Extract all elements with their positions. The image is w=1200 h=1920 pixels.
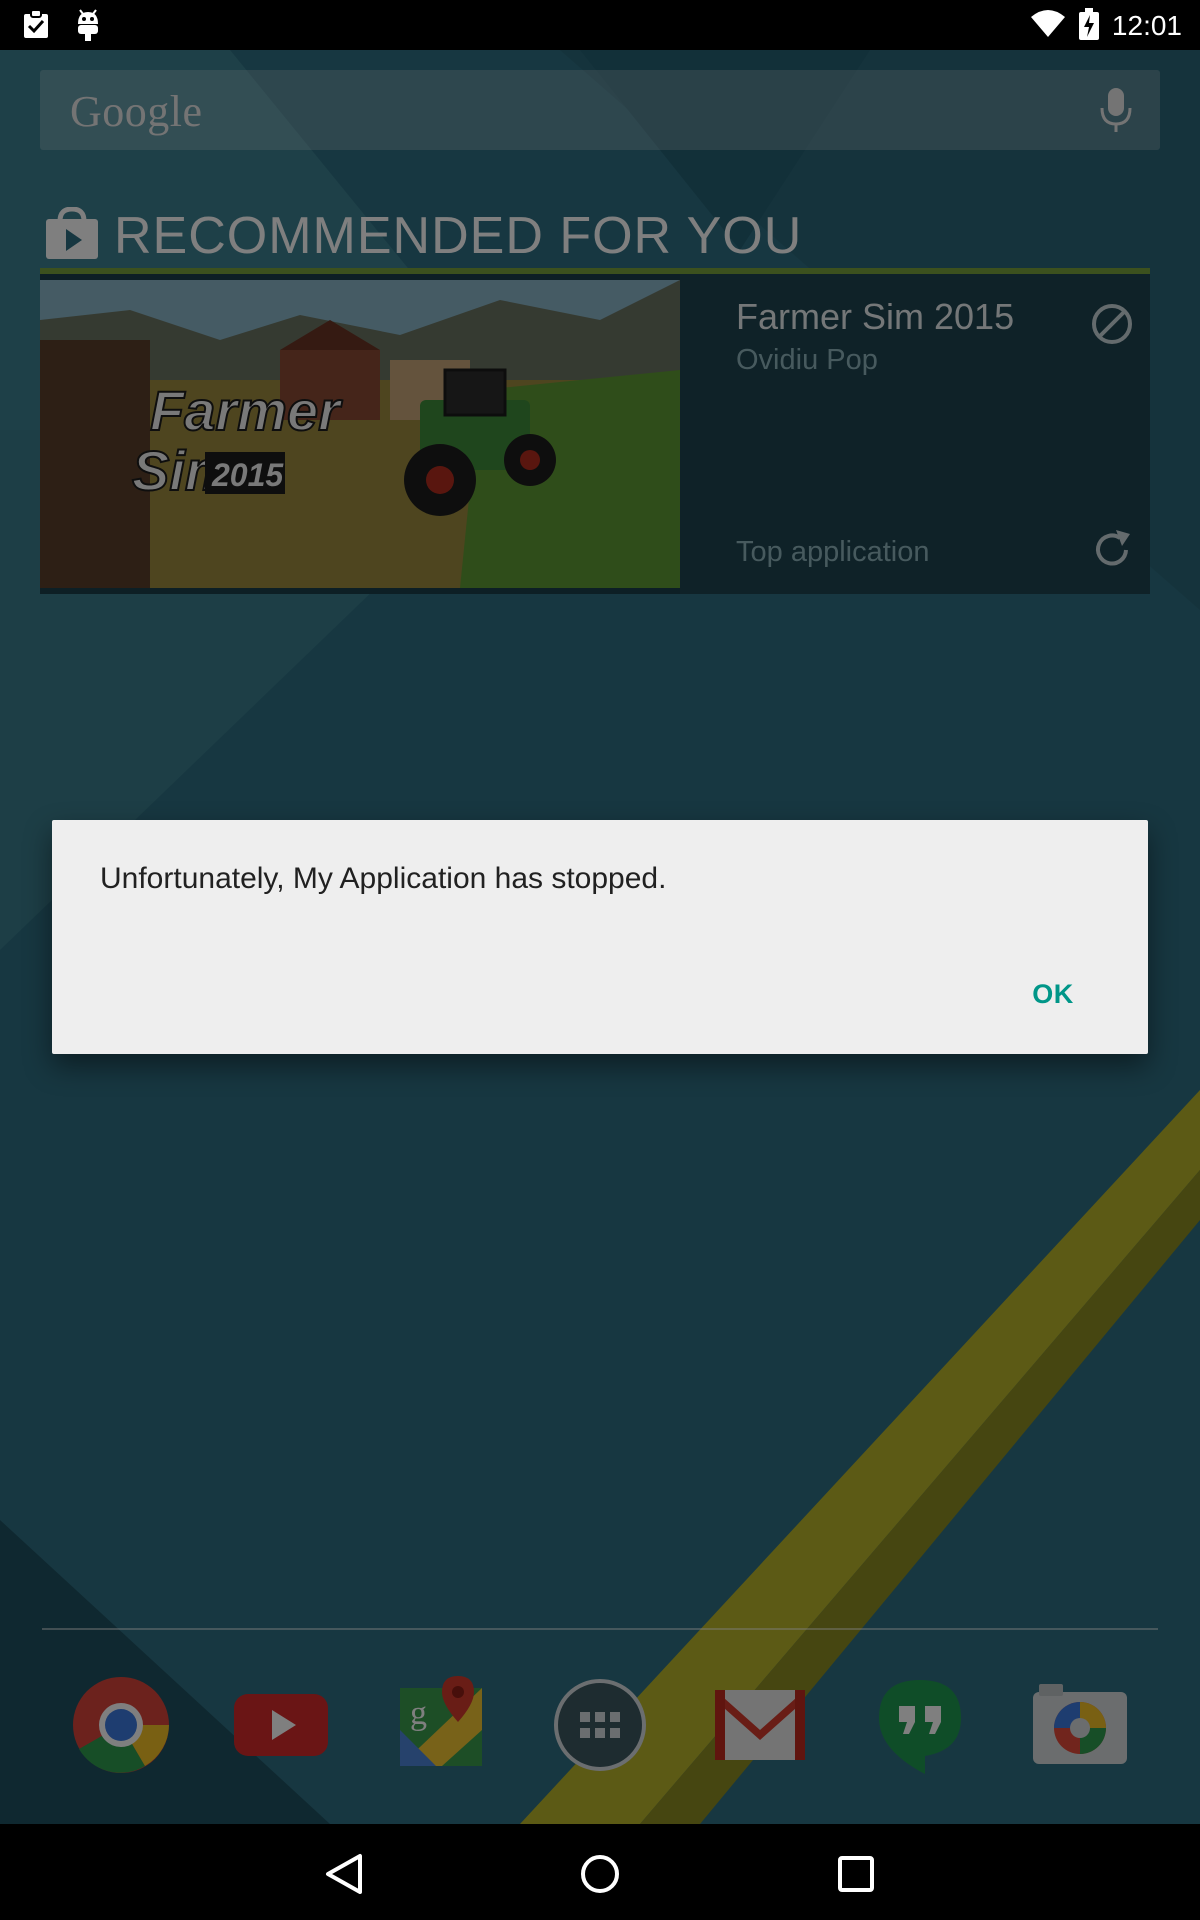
clipboard-check-icon [20,8,52,47]
navigation-bar [0,1824,1200,1920]
dialog-message: Unfortunately, My Application has stoppe… [100,862,667,895]
crash-dialog: Unfortunately, My Application has stoppe… [52,820,1148,1054]
status-bar: 12:01 [0,0,1200,50]
back-icon[interactable] [314,1844,374,1904]
android-debug-icon [72,8,104,47]
battery-charging-icon [1078,7,1100,46]
wifi-icon [1030,9,1066,44]
recents-icon[interactable] [826,1844,886,1904]
home-icon[interactable] [570,1844,630,1904]
ok-button[interactable]: OK [1008,966,1098,1022]
status-time: 12:01 [1111,10,1182,41]
